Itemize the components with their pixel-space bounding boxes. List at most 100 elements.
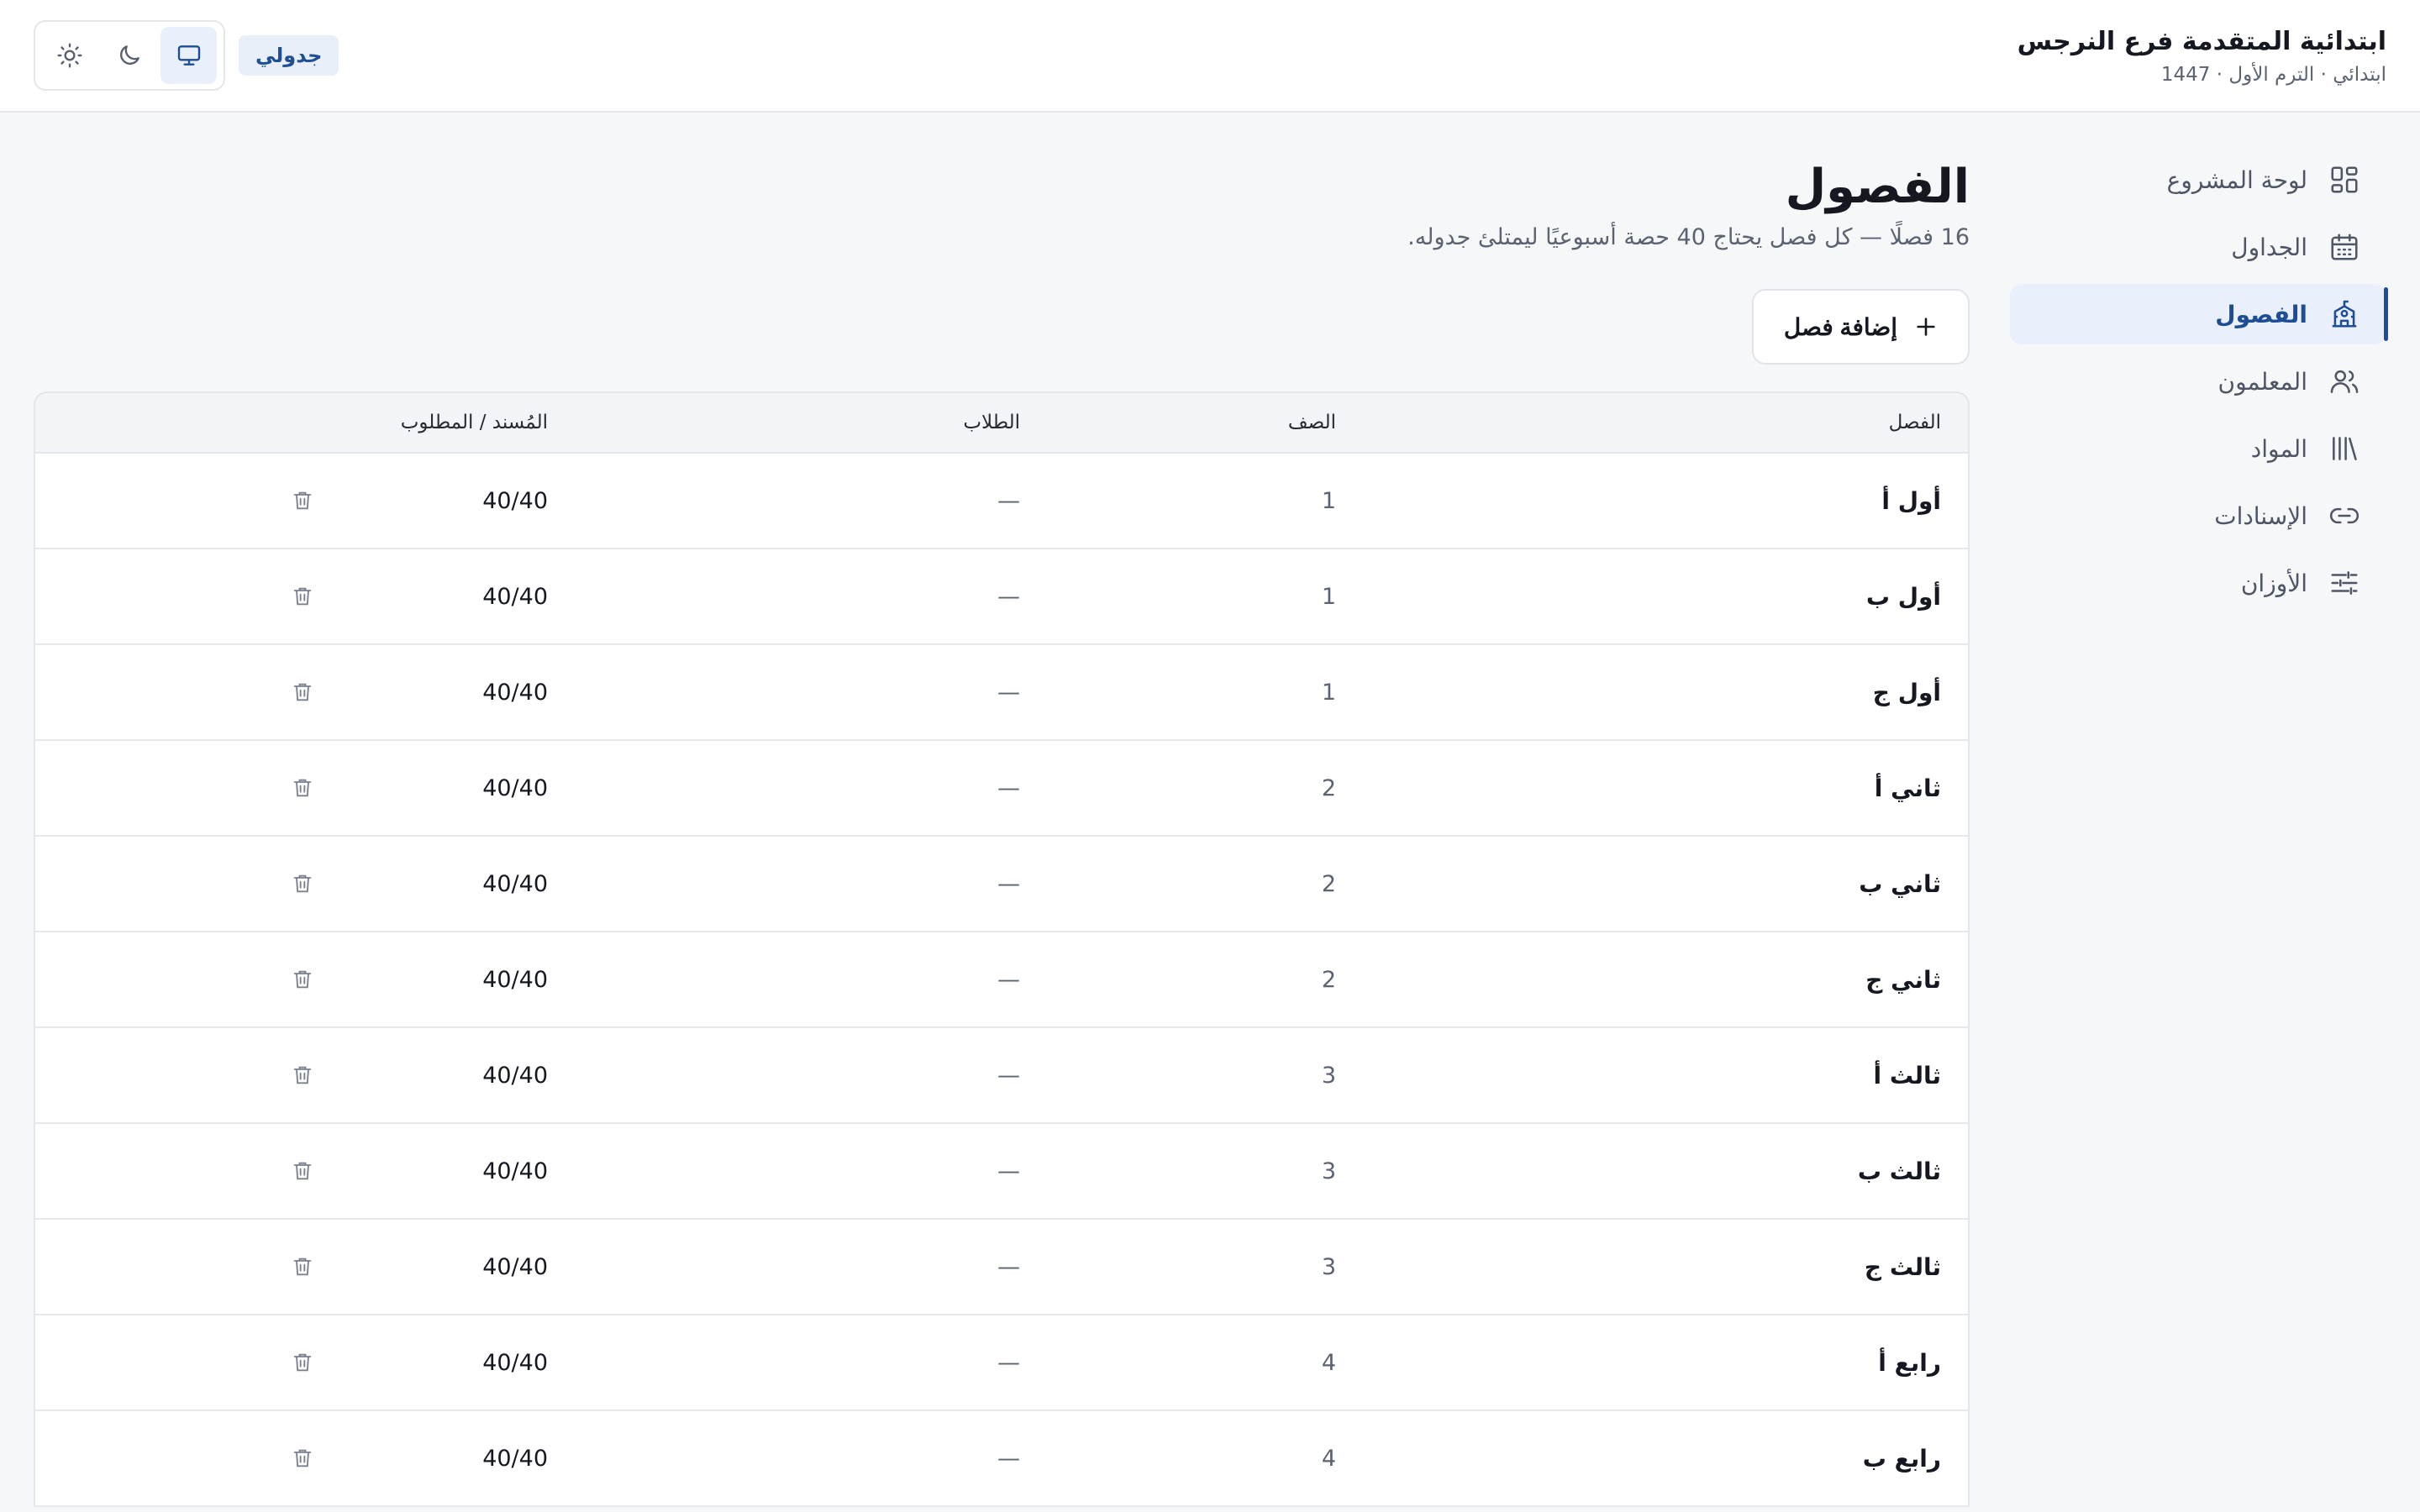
sidebar-item-classes[interactable]: الفصول bbox=[2010, 284, 2388, 344]
sidebar-item-dashboard[interactable]: لوحة المشروع bbox=[2010, 150, 2386, 210]
light-theme-button[interactable] bbox=[42, 27, 98, 84]
class-name: أول ب bbox=[1865, 582, 1941, 611]
sidebar-item-weights[interactable]: الأوزان bbox=[2010, 553, 2386, 613]
class-grade: 3 bbox=[1321, 1158, 1336, 1184]
class-grade: 2 bbox=[1321, 774, 1336, 801]
moon-icon bbox=[120, 45, 139, 65]
class-grade: 4 bbox=[1321, 1445, 1336, 1472]
delete-class-button[interactable] bbox=[284, 482, 321, 519]
class-name: أول أ bbox=[1881, 486, 1941, 515]
sidebar-item-subjects[interactable]: المواد bbox=[2010, 418, 2386, 479]
table-row[interactable]: ثالث أ 3 — 40/40 bbox=[35, 1028, 1968, 1124]
school-icon bbox=[2328, 297, 2361, 331]
dark-theme-button[interactable] bbox=[102, 27, 158, 84]
trash-icon bbox=[293, 491, 312, 510]
app-badge[interactable]: جدولي bbox=[239, 35, 339, 76]
delete-class-button[interactable] bbox=[284, 865, 321, 902]
sun-icon bbox=[57, 43, 82, 68]
table-header: الفصل الصف الطلاب المُسند / المطلوب bbox=[35, 393, 1968, 454]
class-students: — bbox=[997, 774, 1020, 801]
class-grade: 2 bbox=[1321, 966, 1336, 993]
trash-icon bbox=[293, 1449, 312, 1467]
add-class-button[interactable]: إضافة فصل bbox=[1751, 289, 1970, 365]
monitor-icon bbox=[177, 45, 200, 66]
delete-class-button[interactable] bbox=[284, 578, 321, 615]
column-header-assigned-required: المُسند / المطلوب bbox=[400, 412, 548, 433]
class-students: — bbox=[997, 1349, 1020, 1376]
table-row[interactable]: ثاني ب 2 — 40/40 bbox=[35, 837, 1968, 932]
plus-icon bbox=[1917, 318, 1935, 336]
classes-table: الفصل الصف الطلاب المُسند / المطلوب أول … bbox=[34, 391, 1970, 1507]
users-icon bbox=[2328, 365, 2361, 398]
table-row[interactable]: أول ب 1 — 40/40 bbox=[35, 549, 1968, 645]
table-row[interactable]: أول ج 1 — 40/40 bbox=[35, 645, 1968, 741]
table-row[interactable]: ثالث ج 3 — 40/40 bbox=[35, 1220, 1968, 1315]
sidebar-item-schedules[interactable]: الجداول bbox=[2010, 217, 2386, 277]
trash-icon bbox=[293, 970, 312, 989]
class-students: — bbox=[997, 679, 1020, 706]
sidebar-item-label: الفصول bbox=[2215, 300, 2307, 328]
table-row[interactable]: رابع ب 4 — 40/40 bbox=[35, 1411, 1968, 1507]
sliders-icon bbox=[2328, 566, 2361, 600]
table-row[interactable]: ثالث ب 3 — 40/40 bbox=[35, 1124, 1968, 1220]
delete-class-button[interactable] bbox=[284, 961, 321, 998]
class-students: — bbox=[997, 487, 1020, 514]
sidebar-nav: لوحة المشروع الجداول الفصول المعلمون الم… bbox=[2010, 150, 2388, 620]
table-row[interactable]: ثاني ج 2 — 40/40 bbox=[35, 932, 1968, 1028]
sidebar-item-teachers[interactable]: المعلمون bbox=[2010, 351, 2386, 412]
class-name: رابع ب bbox=[1862, 1444, 1941, 1473]
sidebar-item-label: الجداول bbox=[2231, 233, 2307, 261]
class-assigned-ratio: 40/40 bbox=[482, 1253, 548, 1280]
class-name: ثالث ب bbox=[1857, 1157, 1941, 1185]
class-assigned-ratio: 40/40 bbox=[482, 679, 548, 706]
class-students: — bbox=[997, 966, 1020, 993]
calendar-icon bbox=[2328, 230, 2361, 264]
class-students: — bbox=[997, 1062, 1020, 1089]
class-name: ثاني ج bbox=[1865, 965, 1941, 994]
table-row[interactable]: رابع أ 4 — 40/40 bbox=[35, 1315, 1968, 1411]
sidebar-item-label: الأوزان bbox=[2240, 569, 2307, 597]
sidebar-item-label: لوحة المشروع bbox=[2166, 165, 2307, 194]
column-header-grade: الصف bbox=[1287, 412, 1336, 433]
system-theme-button[interactable] bbox=[160, 27, 218, 84]
delete-class-button[interactable] bbox=[284, 1152, 321, 1189]
class-assigned-ratio: 40/40 bbox=[482, 966, 548, 993]
trash-icon bbox=[293, 1353, 312, 1372]
add-class-label: إضافة فصل bbox=[1783, 313, 1897, 340]
delete-class-button[interactable] bbox=[284, 769, 321, 806]
class-name: رابع أ bbox=[1878, 1348, 1941, 1377]
page-subtitle: 16 فصلًا — كل فصل يحتاج 40 حصة أسبوعيًا … bbox=[1407, 224, 1970, 250]
class-grade: 1 bbox=[1321, 679, 1336, 706]
class-assigned-ratio: 40/40 bbox=[482, 1062, 548, 1089]
dashboard-icon bbox=[2328, 163, 2361, 197]
class-students: — bbox=[997, 1445, 1020, 1472]
school-brand: ابتدائية المتقدمة فرع النرجس ابتدائي · ا… bbox=[2018, 25, 2386, 89]
link-icon bbox=[2328, 499, 2361, 533]
class-grade: 1 bbox=[1321, 487, 1336, 514]
class-name: أول ج bbox=[1872, 678, 1941, 706]
class-assigned-ratio: 40/40 bbox=[482, 1349, 548, 1376]
term-info: ابتدائي · الترم الأول · 1447 bbox=[2160, 64, 2386, 86]
class-assigned-ratio: 40/40 bbox=[482, 1158, 548, 1184]
school-name: ابتدائية المتقدمة فرع النرجس bbox=[2017, 27, 2386, 56]
delete-class-button[interactable] bbox=[284, 1057, 321, 1094]
main-content: الفصول 16 فصلًا — كل فصل يحتاج 40 حصة أس… bbox=[34, 150, 1970, 1507]
sidebar-item-label: الإسنادات bbox=[2214, 501, 2307, 530]
table-row[interactable]: ثاني أ 2 — 40/40 bbox=[35, 741, 1968, 837]
class-students: — bbox=[997, 583, 1020, 610]
sidebar-item-assignments[interactable]: الإسنادات bbox=[2010, 486, 2386, 546]
trash-icon bbox=[293, 1162, 312, 1180]
class-students: — bbox=[997, 1158, 1020, 1184]
trash-icon bbox=[293, 683, 312, 701]
column-header-class: الفصل bbox=[1888, 412, 1941, 433]
delete-class-button[interactable] bbox=[284, 1344, 321, 1381]
table-row[interactable]: أول أ 1 — 40/40 bbox=[35, 454, 1968, 549]
delete-class-button[interactable] bbox=[284, 1440, 321, 1477]
class-grade: 2 bbox=[1321, 870, 1336, 897]
trash-icon bbox=[293, 779, 312, 797]
trash-icon bbox=[293, 1257, 312, 1276]
class-assigned-ratio: 40/40 bbox=[482, 1445, 548, 1472]
delete-class-button[interactable] bbox=[284, 674, 321, 711]
delete-class-button[interactable] bbox=[284, 1248, 321, 1285]
class-assigned-ratio: 40/40 bbox=[482, 487, 548, 514]
